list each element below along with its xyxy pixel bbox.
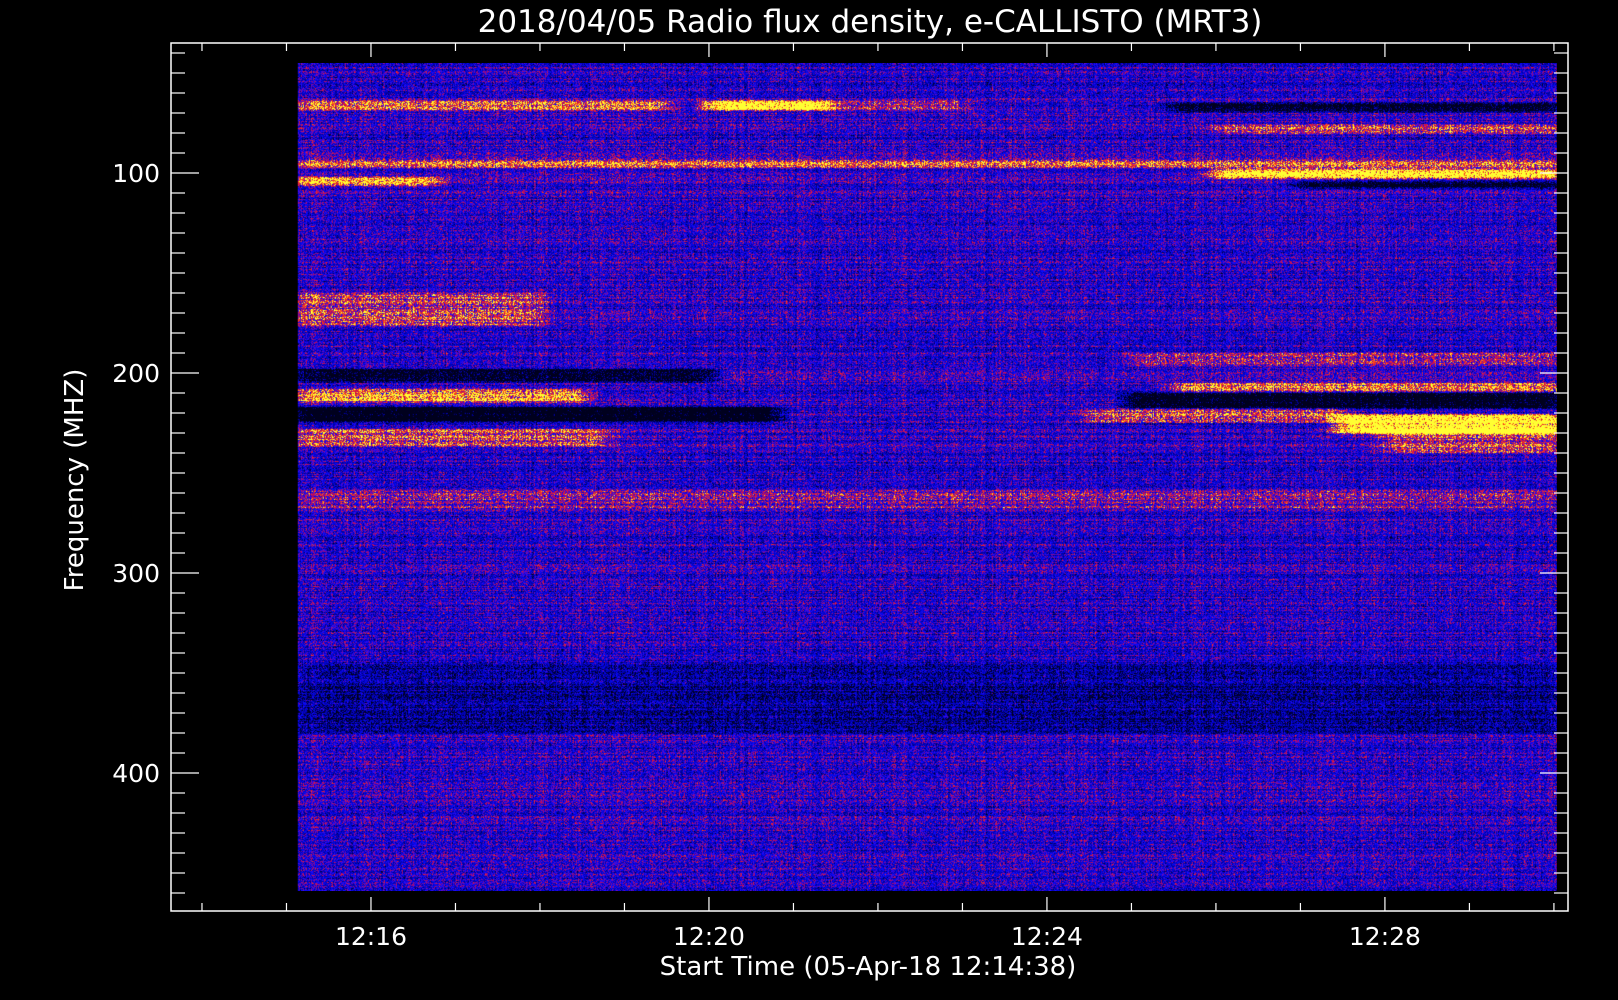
heatmap-layer (297, 63, 1557, 891)
y-tick-label: 100 (112, 159, 160, 188)
y-tick-label: 300 (112, 559, 160, 588)
x-tick-label: 12:16 (335, 922, 407, 951)
x-tick-label: 12:20 (673, 922, 745, 951)
y-axis-label: Frequency (MHZ) (60, 369, 90, 592)
x-axis-label: Start Time (05-Apr-18 12:14:38) (660, 952, 1077, 982)
x-tick-label: 12:28 (1349, 922, 1421, 951)
chart-canvas: 12:16 12:20 12:24 12:28 100 200 300 400 2018/04… (0, 0, 1618, 1000)
y-tick-label: 200 (112, 359, 160, 388)
y-tick-label: 400 (112, 759, 160, 788)
x-tick-label: 12:24 (1011, 922, 1083, 951)
spectrogram-chart: 12:16 12:20 12:24 12:28 100 200 300 400 2018/04… (0, 0, 1618, 1000)
spectrogram-image (297, 63, 1557, 891)
chart-title: 2018/04/05 Radio flux density, e-CALLIST… (478, 4, 1263, 40)
